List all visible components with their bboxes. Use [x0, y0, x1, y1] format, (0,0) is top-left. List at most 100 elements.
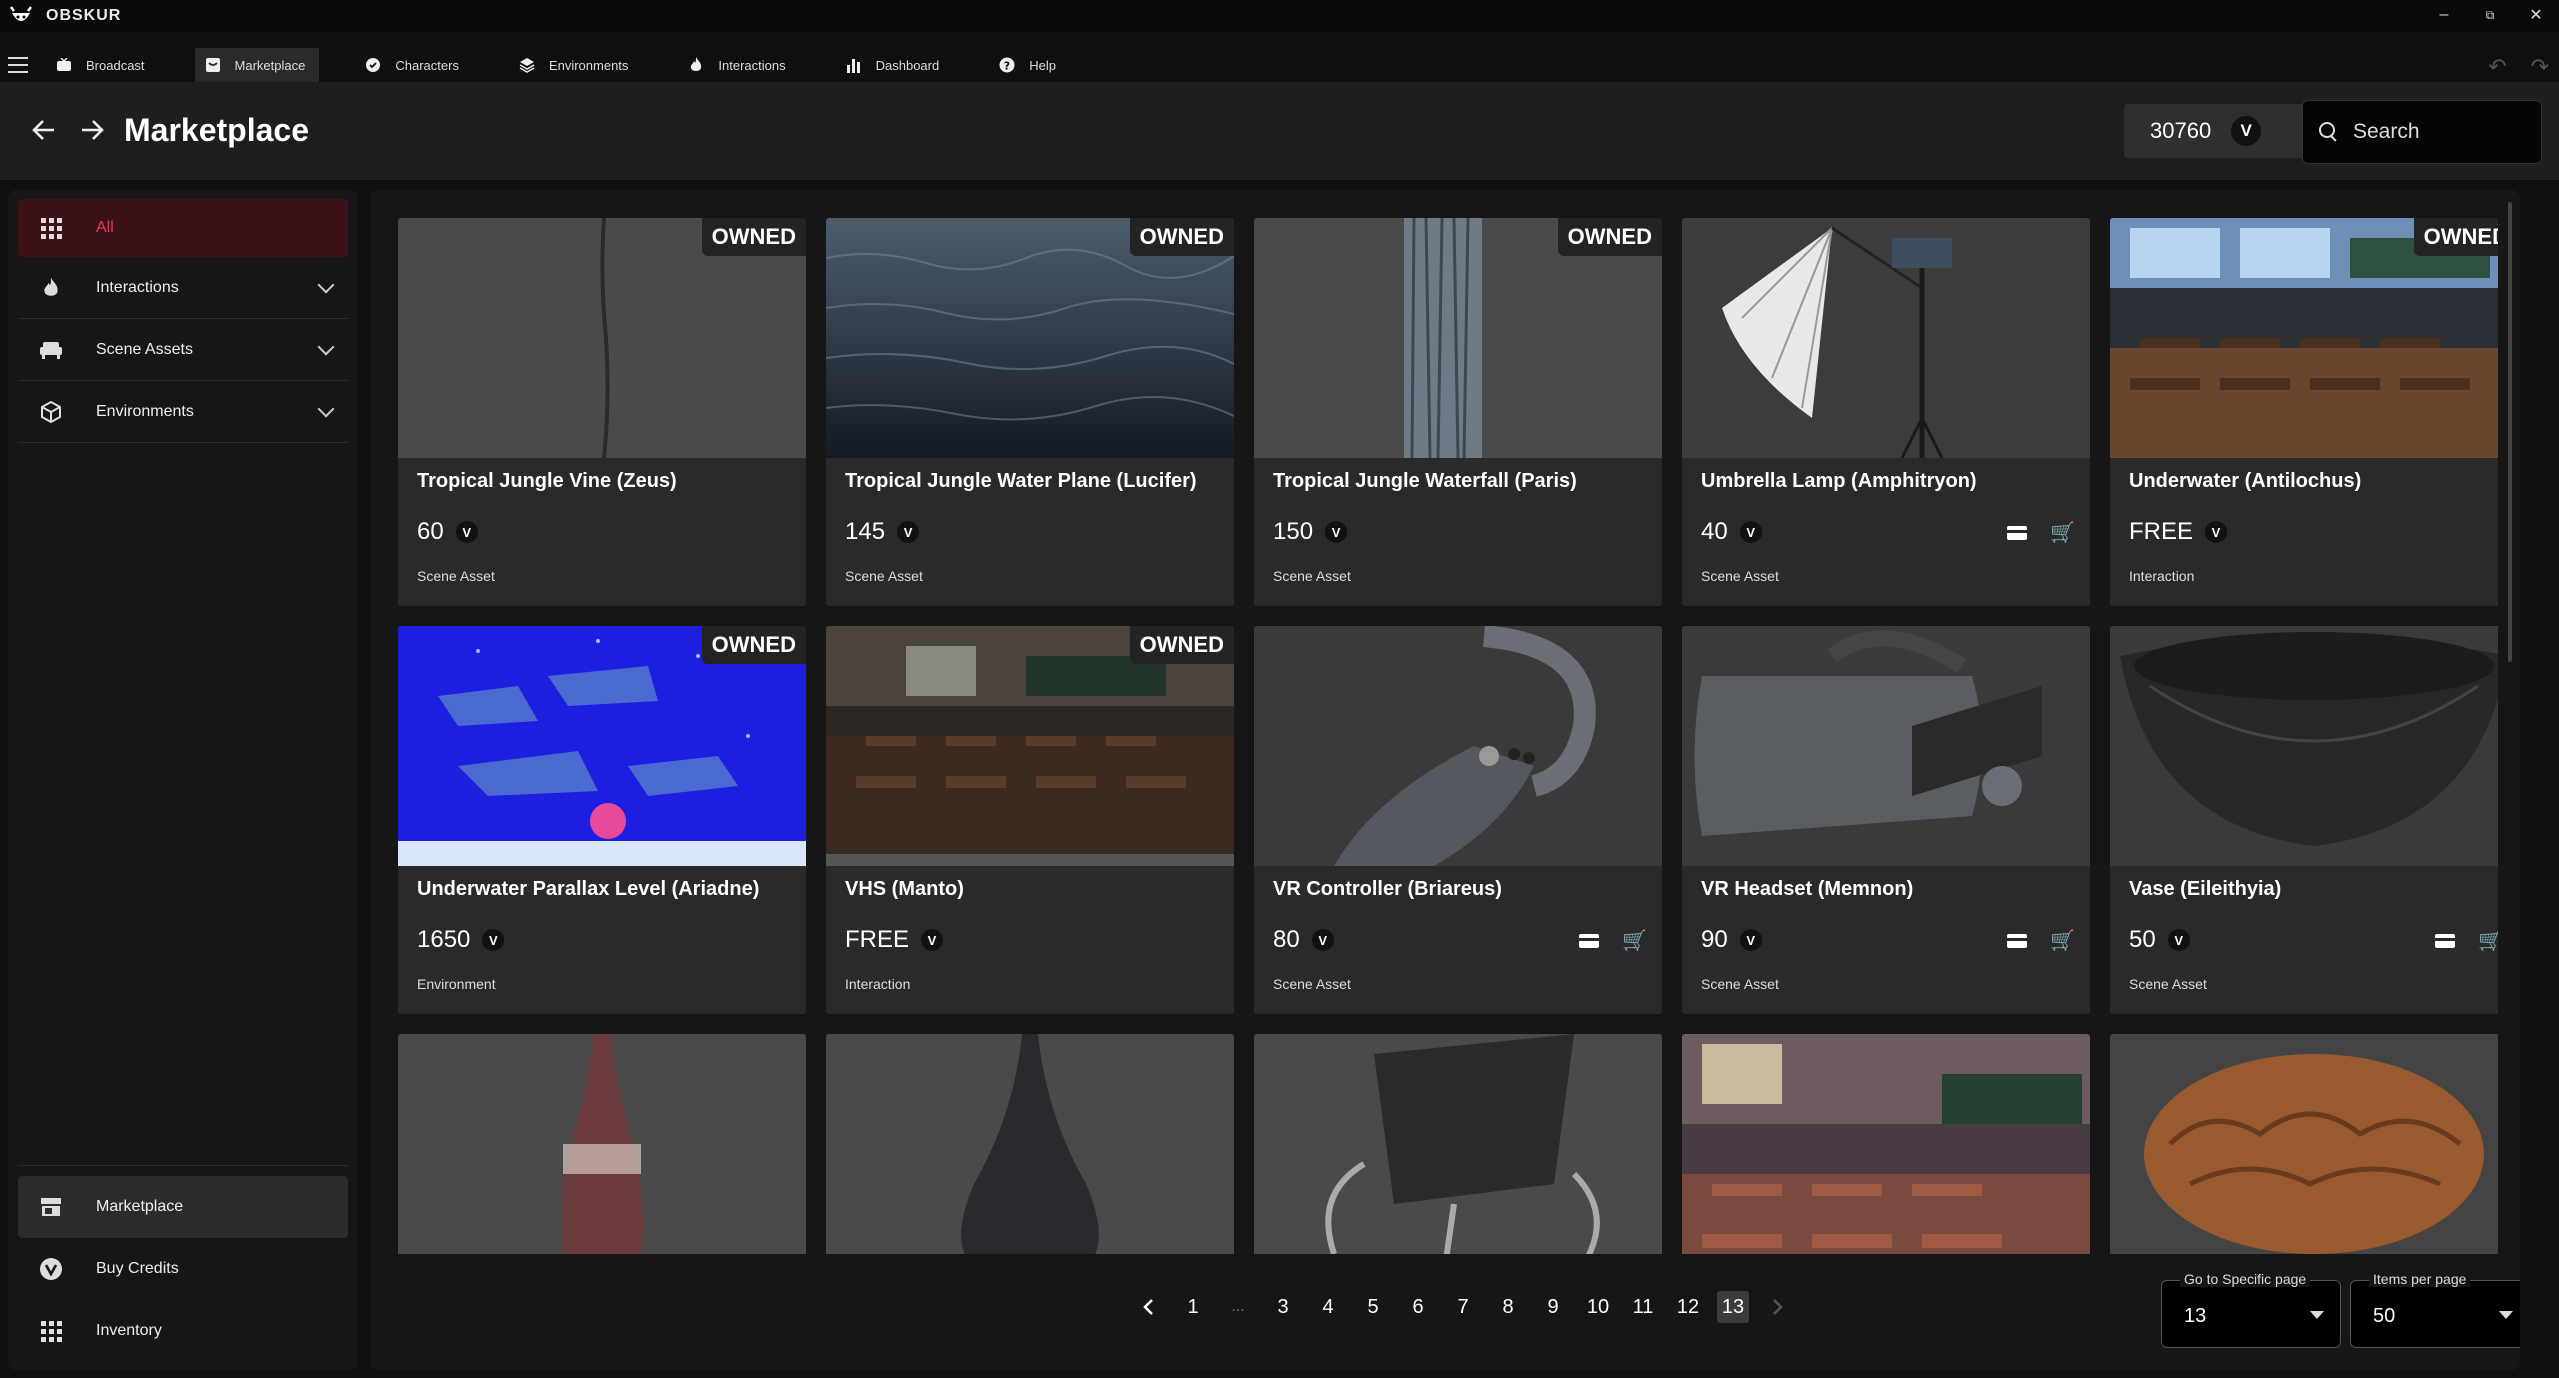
tab-label: Dashboard [875, 57, 940, 73]
prev-page-button[interactable] [1132, 1291, 1164, 1323]
goto-page-select[interactable]: Go to Specific page 13 [2161, 1271, 2341, 1348]
add-to-cart-icon[interactable]: 🛒 [2478, 930, 2498, 952]
product-card[interactable]: Umbrella Lamp (Amphitryon) 40 V Scene Ass… [1682, 218, 2090, 606]
product-card[interactable]: VR Headset (Memnon) 90 V Scene Asset 🛒 [1682, 626, 2090, 1014]
undo-redo-controls: ↶ ↷ [2488, 54, 2549, 80]
back-arrow-icon[interactable] [26, 112, 62, 148]
product-title: Underwater (Antilochus) [2129, 470, 2362, 492]
redo-icon[interactable]: ↷ [2531, 54, 2549, 80]
product-thumbnail [2110, 626, 2498, 866]
product-card[interactable]: OWNED Underwater (Antilochus) FREE V Inte… [2110, 218, 2498, 606]
product-card[interactable]: Vase (Eileithyia) 50 V Scene Asset 🛒 [2110, 626, 2498, 1014]
sidebar-item-scene-assets[interactable]: Scene Assets [18, 319, 348, 381]
current-page-button[interactable]: 13 [1717, 1291, 1749, 1323]
product-card[interactable]: OWNED Tropical Jungle Vine (Zeus) 60 V Sc… [398, 218, 806, 606]
dropdown-caret-icon [2310, 1311, 2324, 1319]
menu-icon[interactable] [8, 57, 28, 73]
page-ellipsis: ... [1231, 1298, 1245, 1315]
chevron-down-icon[interactable] [317, 276, 335, 294]
search-input[interactable] [2353, 120, 2513, 144]
page-button[interactable]: 6 [1402, 1291, 1434, 1323]
product-card[interactable]: OWNED Underwater Parallax Level (Ariadne… [398, 626, 806, 1014]
top-tab-bar: Broadcast Marketplace Characters Environ… [0, 48, 2559, 82]
next-page-button[interactable] [1762, 1291, 1794, 1323]
product-thumbnail [1682, 1034, 2090, 1254]
product-type: Scene Asset [2129, 976, 2207, 992]
undo-icon[interactable]: ↶ [2488, 54, 2506, 80]
page-button[interactable]: 12 [1672, 1291, 1704, 1323]
tab-broadcast[interactable]: Broadcast [46, 48, 159, 82]
page-button[interactable]: 7 [1447, 1291, 1479, 1323]
restore-icon[interactable]: ⧉ [2479, 4, 2501, 26]
goto-page-value: 13 [2184, 1305, 2207, 1327]
credits-currency-icon: V [921, 929, 944, 951]
credits-balance[interactable]: 30760 V [2124, 104, 2306, 158]
product-card[interactable] [398, 1034, 806, 1254]
card-actions: 🛒 [2006, 930, 2075, 952]
product-title: VR Controller (Briareus) [1273, 878, 1502, 900]
product-card[interactable]: OWNED Tropical Jungle Water Plane (Lucif… [826, 218, 1234, 606]
tab-label: Help [1029, 57, 1056, 73]
credit-card-icon[interactable] [1578, 930, 1600, 952]
page-button[interactable]: 5 [1357, 1291, 1389, 1323]
product-price: 1650 V [417, 926, 505, 954]
minimize-icon[interactable]: – [2433, 4, 2455, 26]
sidebar-item-label: Environments [96, 402, 194, 420]
product-thumbnail [826, 1034, 1234, 1254]
credits-currency-icon: V [1739, 929, 1762, 951]
credit-card-icon[interactable] [2006, 522, 2028, 544]
page-title: Marketplace [124, 112, 309, 148]
product-card[interactable]: VR Controller (Briareus) 80 V Scene Asset… [1254, 626, 1662, 1014]
sidebar-item-inventory[interactable]: Inventory [18, 1300, 348, 1362]
search-icon [2319, 122, 2339, 142]
chevron-down-icon[interactable] [317, 400, 335, 418]
tab-marketplace[interactable]: Marketplace [194, 48, 320, 82]
sidebar-item-marketplace[interactable]: Marketplace [18, 1176, 348, 1238]
product-grid: OWNED Tropical Jungle Vine (Zeus) 60 V Sc… [398, 218, 2498, 1254]
product-card[interactable]: OWNED Tropical Jungle Waterfall (Paris) … [1254, 218, 1662, 606]
chevron-down-icon[interactable] [317, 338, 335, 356]
forward-arrow-icon[interactable] [74, 112, 110, 148]
product-type: Scene Asset [1273, 976, 1351, 992]
add-to-cart-icon[interactable]: 🛒 [1622, 930, 1647, 952]
page-button[interactable]: 3 [1267, 1291, 1299, 1323]
product-title: Tropical Jungle Vine (Zeus) [417, 470, 677, 492]
close-icon[interactable]: ✕ [2525, 4, 2547, 26]
add-to-cart-icon[interactable]: 🛒 [2050, 522, 2075, 544]
credit-card-icon[interactable] [2006, 930, 2028, 952]
page-button[interactable]: 4 [1312, 1291, 1344, 1323]
product-card[interactable]: OWNED VHS (Manto) FREE V Interaction [826, 626, 1234, 1014]
page-button[interactable]: 1 [1177, 1291, 1209, 1323]
tab-characters[interactable]: Characters [355, 48, 473, 82]
sidebar-item-buy-credits[interactable]: Buy Credits [18, 1238, 348, 1300]
app-name: OBSKUR [46, 7, 122, 24]
sidebar-item-environments[interactable]: Environments [18, 381, 348, 443]
sidebar-item-all[interactable]: All [18, 199, 348, 257]
items-per-page-select[interactable]: Items per page 50 [2350, 1271, 2520, 1348]
scrollbar[interactable] [2508, 202, 2512, 662]
product-card[interactable] [1254, 1034, 1662, 1254]
tab-environments[interactable]: Environments [509, 48, 642, 82]
product-title: Tropical Jungle Water Plane (Lucifer) [845, 470, 1197, 492]
items-per-page-value: 50 [2373, 1305, 2396, 1327]
page-button[interactable]: 10 [1582, 1291, 1614, 1323]
price-value: 80 [1273, 926, 1300, 953]
credit-card-icon[interactable] [2434, 930, 2456, 952]
page-button[interactable]: 9 [1537, 1291, 1569, 1323]
search-box[interactable] [2302, 100, 2542, 164]
page-button[interactable]: 8 [1492, 1291, 1524, 1323]
add-to-cart-icon[interactable]: 🛒 [2050, 930, 2075, 952]
product-type: Interaction [2129, 568, 2195, 584]
credits-currency-icon: V [2205, 521, 2228, 543]
tab-interactions[interactable]: Interactions [678, 48, 799, 82]
sidebar-item-label: Inventory [96, 1322, 162, 1339]
tab-dashboard[interactable]: Dashboard [836, 48, 954, 82]
product-card[interactable] [2110, 1034, 2498, 1254]
product-card[interactable] [1682, 1034, 2090, 1254]
tab-help[interactable]: ? Help [989, 48, 1070, 82]
product-price: 90 V [1701, 926, 1762, 954]
page-button[interactable]: 11 [1627, 1291, 1659, 1323]
sidebar-item-interactions[interactable]: Interactions [18, 257, 348, 319]
tab-label: Broadcast [86, 57, 145, 73]
product-card[interactable] [826, 1034, 1234, 1254]
